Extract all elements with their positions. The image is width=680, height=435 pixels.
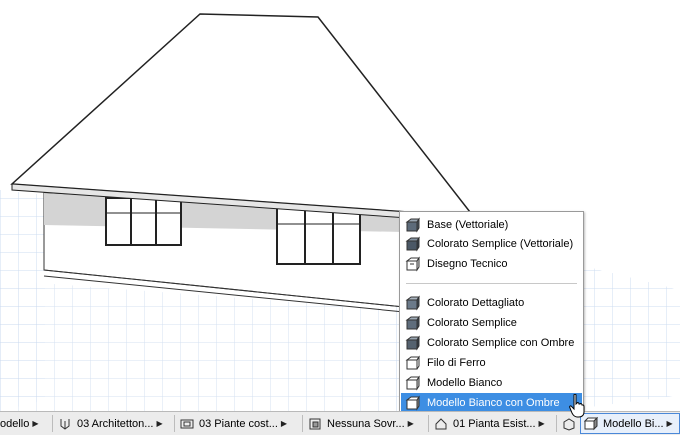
menu-item-label: Disegno Tecnico [427,257,508,270]
wireframe-icon [405,354,420,369]
simple-color-icon [405,314,420,331]
menu-item-label: Modello Bianco [427,376,503,389]
pen-icon [60,418,70,430]
3d-style-icon [584,416,598,430]
menu-item-label: Base (Vettoriale) [427,218,509,231]
menu-item-white-model[interactable]: Modello Bianco [401,373,582,392]
menu-item-detailed-color[interactable]: Colorato Dettagliato [401,293,582,312]
statusbar-item-pen-set[interactable]: 03 Architetton... ▶ [58,412,163,435]
override-icon [309,418,321,429]
plan-icon [180,419,194,428]
statusbar-divider [174,415,175,432]
statusbar-item-override[interactable]: Nessuna Sovr... ▶ [308,412,414,435]
statusbar-item-3d-style[interactable]: Modello Bi... ▶ [580,413,680,434]
mouse-pointer-icon [569,394,585,418]
white-model-shadow-icon [405,394,420,411]
triangle-right-icon: ▶ [32,419,39,428]
white-model-icon [405,374,420,391]
statusbar-divider [302,415,303,432]
triangle-right-icon: ▶ [156,419,163,428]
simple-shadow-icon [405,334,420,351]
statusbar-label: 03 Piante cost... [199,417,278,430]
statusbar-label: 01 Pianta Esist... [453,417,536,430]
menu-item-label: Filo di Ferro [427,356,486,369]
statusbar-label: Nessuna Sovr... [327,417,405,430]
menu-item-simple-shadow[interactable]: Colorato Semplice con Ombre [401,333,582,352]
menu-item-label: Colorato Semplice [427,316,517,329]
cube-icon [563,417,575,431]
statusbar-label: 03 Architetton... [77,417,154,430]
menu-item-white-model-shadow[interactable]: Modello Bianco con Ombre [401,393,582,412]
window-right [276,207,361,265]
statusbar-item-model-view[interactable]: 03 Piante cost... ▶ [180,412,287,435]
menu-item-label: Modello Bianco con Ombre [427,396,560,409]
statusbar-item-renovation[interactable]: 01 Pianta Esist... ▶ [434,412,545,435]
menu-item-base-vector[interactable]: Base (Vettoriale) [401,215,582,234]
triangle-right-icon: ▶ [538,419,545,428]
triangle-right-icon: ▶ [407,419,414,428]
menu-item-wireframe[interactable]: Filo di Ferro [401,353,582,372]
menu-item-simple-color[interactable]: Colorato Semplice [401,313,582,332]
menu-item-label: Colorato Semplice (Vettoriale) [427,237,574,250]
menu-item-label: Colorato Semplice con Ombre [427,336,575,349]
statusbar-label: Modello Bi... [603,417,664,430]
menu-item-label: Colorato Dettagliato [427,296,525,309]
triangle-right-icon: ▶ [666,419,673,428]
statusbar-label: odello [0,417,30,430]
triangle-right-icon: ▶ [280,419,288,428]
menu-item-shaded-vector[interactable]: Colorato Semplice (Vettoriale) [401,234,582,253]
statusbar-divider [428,415,429,432]
renovation-icon [435,417,447,429]
technical-drawing-icon [405,255,420,272]
shaded-vector-icon [405,235,420,252]
detailed-color-icon [405,294,420,311]
menu-separator [406,283,577,284]
base-vector-icon [405,216,420,233]
menu-item-technical-drawing[interactable]: Disegno Tecnico [401,254,582,273]
window-left [105,197,182,246]
statusbar-item-model[interactable]: odello ▶ [0,412,39,435]
roof [10,13,472,213]
statusbar-divider [556,415,557,432]
statusbar-divider [52,415,53,432]
3d-style-menu[interactable]: Base (Vettoriale) Colorato Semplice (Vet… [399,211,584,414]
